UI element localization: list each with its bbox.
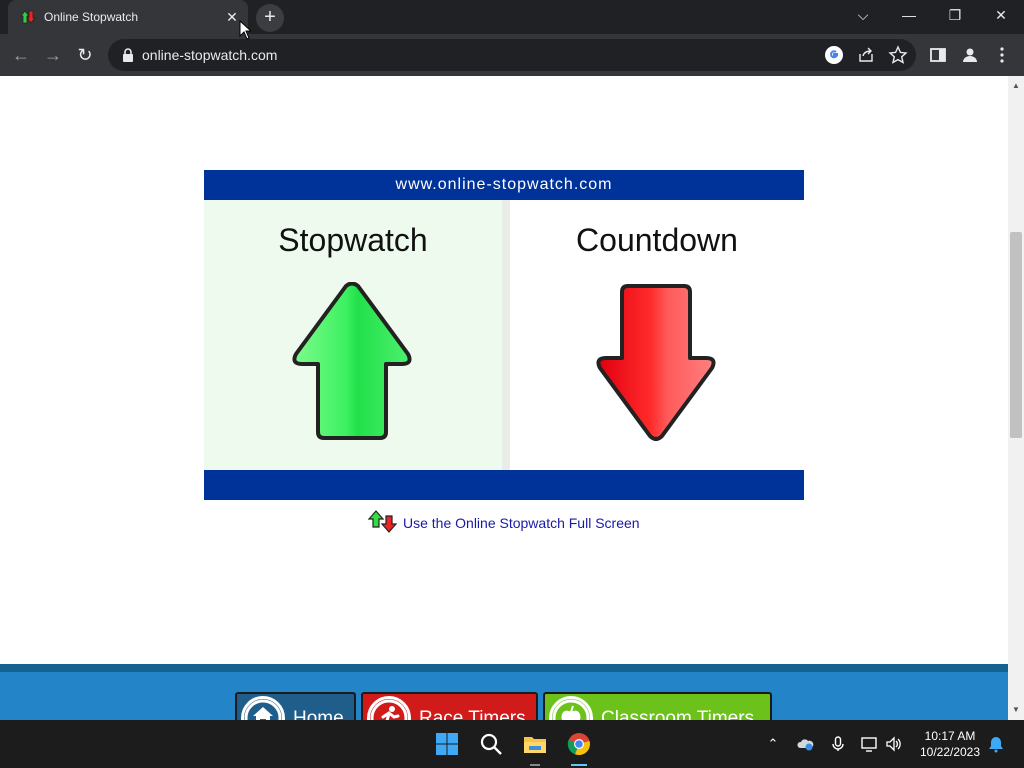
onedrive-icon[interactable] [796, 735, 814, 753]
page-scrollbar[interactable]: ▲ ▼ [1008, 76, 1024, 720]
explorer-running-indicator [530, 764, 540, 766]
widget-header: www.online-stopwatch.com [204, 170, 804, 200]
restore-button[interactable]: ❐ [932, 0, 978, 32]
back-button[interactable]: ← [8, 42, 34, 68]
classroom-timers-label: Classroom Timers [601, 708, 755, 720]
site-nav-band: Home Race Timers Classroom Timers [0, 664, 1008, 720]
apple-icon [549, 696, 593, 720]
chrome-icon[interactable] [567, 732, 591, 756]
red-down-arrow-icon[interactable] [594, 282, 718, 442]
browser-toolbar: ← → ↻ online-stopwatch.com [0, 34, 1024, 76]
panel-divider [502, 200, 510, 470]
home-tile[interactable]: Home [235, 692, 356, 720]
share-icon[interactable] [856, 45, 876, 65]
classroom-timers-tile[interactable]: Classroom Timers [543, 692, 772, 720]
home-icon [241, 696, 285, 720]
windows-start-icon[interactable] [435, 732, 459, 756]
notification-bell-icon[interactable] [987, 735, 1005, 753]
scroll-thumb[interactable] [1010, 232, 1022, 438]
runner-icon [367, 696, 411, 720]
scroll-up-icon[interactable]: ▲ [1011, 82, 1021, 90]
countdown-panel[interactable]: Countdown [510, 200, 804, 470]
tab-online-stopwatch[interactable]: Online Stopwatch ✕ [8, 0, 248, 34]
close-window-button[interactable]: ✕ [978, 0, 1024, 32]
stopwatch-title[interactable]: Stopwatch [204, 222, 502, 259]
stopwatch-widget: www.online-stopwatch.com Stopwatch Count… [204, 170, 804, 500]
bookmark-star-icon[interactable] [888, 45, 908, 65]
clock-time: 10:17 AM [924, 729, 976, 743]
forward-button[interactable]: → [40, 42, 66, 68]
stopwatch-favicon-icon [20, 10, 36, 24]
widget-footer [204, 470, 804, 500]
chevron-up-icon[interactable]: ⌃ [764, 735, 782, 753]
mouse-cursor-icon [239, 20, 251, 40]
volume-icon[interactable] [885, 735, 903, 753]
home-label: Home [293, 708, 344, 720]
updown-arrows-icon[interactable] [368, 510, 398, 534]
lock-icon[interactable] [122, 48, 134, 62]
side-panel-icon[interactable] [928, 45, 948, 65]
url-text[interactable]: online-stopwatch.com [142, 47, 277, 63]
stopwatch-panel[interactable]: Stopwatch [204, 200, 502, 470]
scroll-down-icon[interactable]: ▼ [1011, 706, 1021, 714]
minimize-button[interactable]: — [886, 0, 932, 32]
new-tab-button[interactable]: + [256, 4, 284, 32]
search-icon[interactable] [479, 732, 503, 756]
reload-button[interactable]: ↻ [72, 42, 98, 68]
google-lens-icon[interactable] [824, 45, 844, 65]
network-icon[interactable] [860, 735, 878, 753]
more-menu-icon[interactable] [992, 45, 1012, 65]
microphone-icon[interactable] [829, 735, 847, 753]
fullscreen-link-text[interactable]: Use the Online Stopwatch Full Screen [403, 515, 640, 531]
file-explorer-icon[interactable] [523, 732, 547, 756]
chrome-running-indicator [571, 764, 587, 766]
page-content: www.online-stopwatch.com Stopwatch Count… [0, 76, 1008, 720]
system-clock[interactable]: 10:17 AM 10/22/2023 [918, 728, 982, 760]
countdown-title[interactable]: Countdown [510, 222, 804, 259]
address-bar[interactable]: online-stopwatch.com [108, 39, 916, 71]
tab-close-icon[interactable]: ✕ [224, 9, 240, 25]
clock-date: 10/22/2023 [919, 745, 981, 759]
tab-title: Online Stopwatch [44, 10, 139, 24]
race-timers-tile[interactable]: Race Timers [361, 692, 538, 720]
windows-taskbar: ⌃ 10:17 AM 10/22/2023 [0, 720, 1024, 768]
tab-strip: Online Stopwatch ✕ + ⌵ — ❐ ✕ [0, 0, 1024, 34]
profile-icon[interactable] [960, 45, 980, 65]
race-timers-label: Race Timers [419, 708, 526, 720]
green-up-arrow-icon[interactable] [290, 282, 414, 442]
tab-search-chevron-icon[interactable]: ⌵ [840, 0, 886, 32]
